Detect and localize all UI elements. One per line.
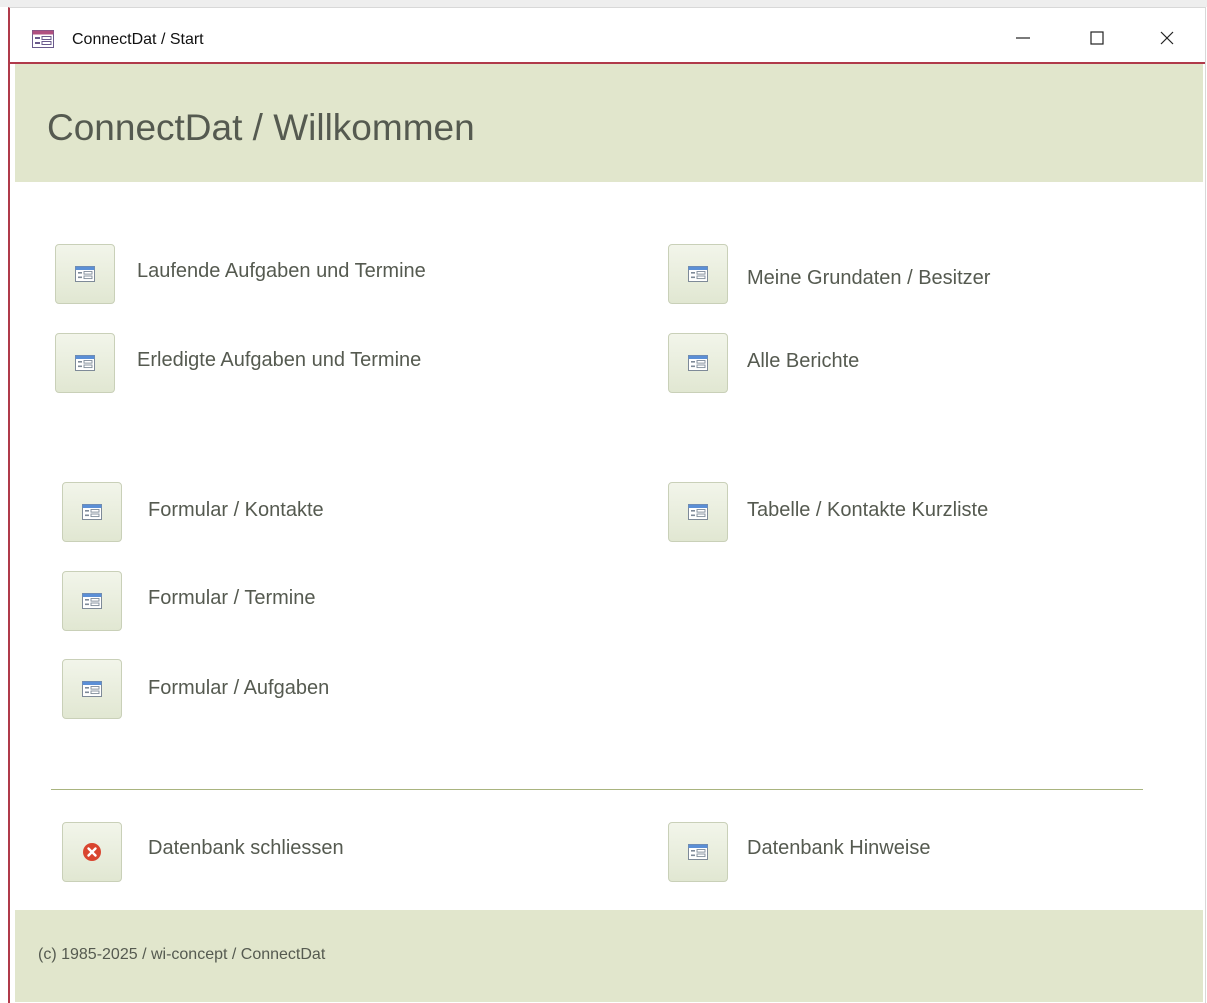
copyright-text: (c) 1985-2025 / wi-concept / ConnectDat [38,946,326,963]
formular-termine-label[interactable]: Formular / Termine [148,586,315,610]
form-icon [75,355,95,371]
form-icon [688,844,708,860]
page-title: ConnectDat / Willkommen [47,107,475,148]
maximize-button[interactable] [1074,22,1120,54]
form-icon [688,266,708,282]
laufende-aufgaben-button[interactable] [55,244,115,304]
form-icon [688,355,708,371]
desktop-strip [0,0,1207,7]
form-icon [82,504,102,520]
laufende-aufgaben-label[interactable]: Laufende Aufgaben und Termine [137,259,426,283]
section-divider [51,789,1143,790]
erledigte-aufgaben-button[interactable] [55,333,115,393]
datenbank-schliessen-button[interactable] [62,822,122,882]
window-title: ConnectDat / Start [72,31,204,48]
alle-berichte-button[interactable] [668,333,728,393]
tabelle-kontakte-label[interactable]: Tabelle / Kontakte Kurzliste [747,498,988,522]
close-circle-icon [83,843,101,861]
tabelle-kontakte-button[interactable] [668,482,728,542]
form-icon [75,266,95,282]
title-bar[interactable]: ConnectDat / Start [10,8,1205,64]
erledigte-aufgaben-label[interactable]: Erledigte Aufgaben und Termine [137,348,421,372]
formular-aufgaben-button[interactable] [62,659,122,719]
minimize-button[interactable] [1000,22,1046,54]
form-icon [82,681,102,697]
form-icon [32,30,54,48]
form-footer: (c) 1985-2025 / wi-concept / ConnectDat [15,910,1203,1002]
minimize-icon [1016,37,1030,39]
alle-berichte-label[interactable]: Alle Berichte [747,349,859,373]
grunddaten-button[interactable] [668,244,728,304]
form-header: ConnectDat / Willkommen [15,64,1203,182]
form-icon [688,504,708,520]
datenbank-schliessen-label[interactable]: Datenbank schliessen [148,836,344,860]
datenbank-hinweise-label[interactable]: Datenbank Hinweise [747,836,930,860]
grunddaten-label[interactable]: Meine Grundaten / Besitzer [747,266,990,290]
maximize-icon [1090,31,1104,45]
formular-aufgaben-label[interactable]: Formular / Aufgaben [148,676,329,700]
formular-kontakte-label[interactable]: Formular / Kontakte [148,498,324,522]
close-window-button[interactable] [1144,22,1190,54]
formular-termine-button[interactable] [62,571,122,631]
app-window: ConnectDat / Start ConnectDat / Willkomm… [8,7,1206,1003]
form-icon [82,593,102,609]
close-icon [1160,31,1174,45]
datenbank-hinweise-button[interactable] [668,822,728,882]
formular-kontakte-button[interactable] [62,482,122,542]
